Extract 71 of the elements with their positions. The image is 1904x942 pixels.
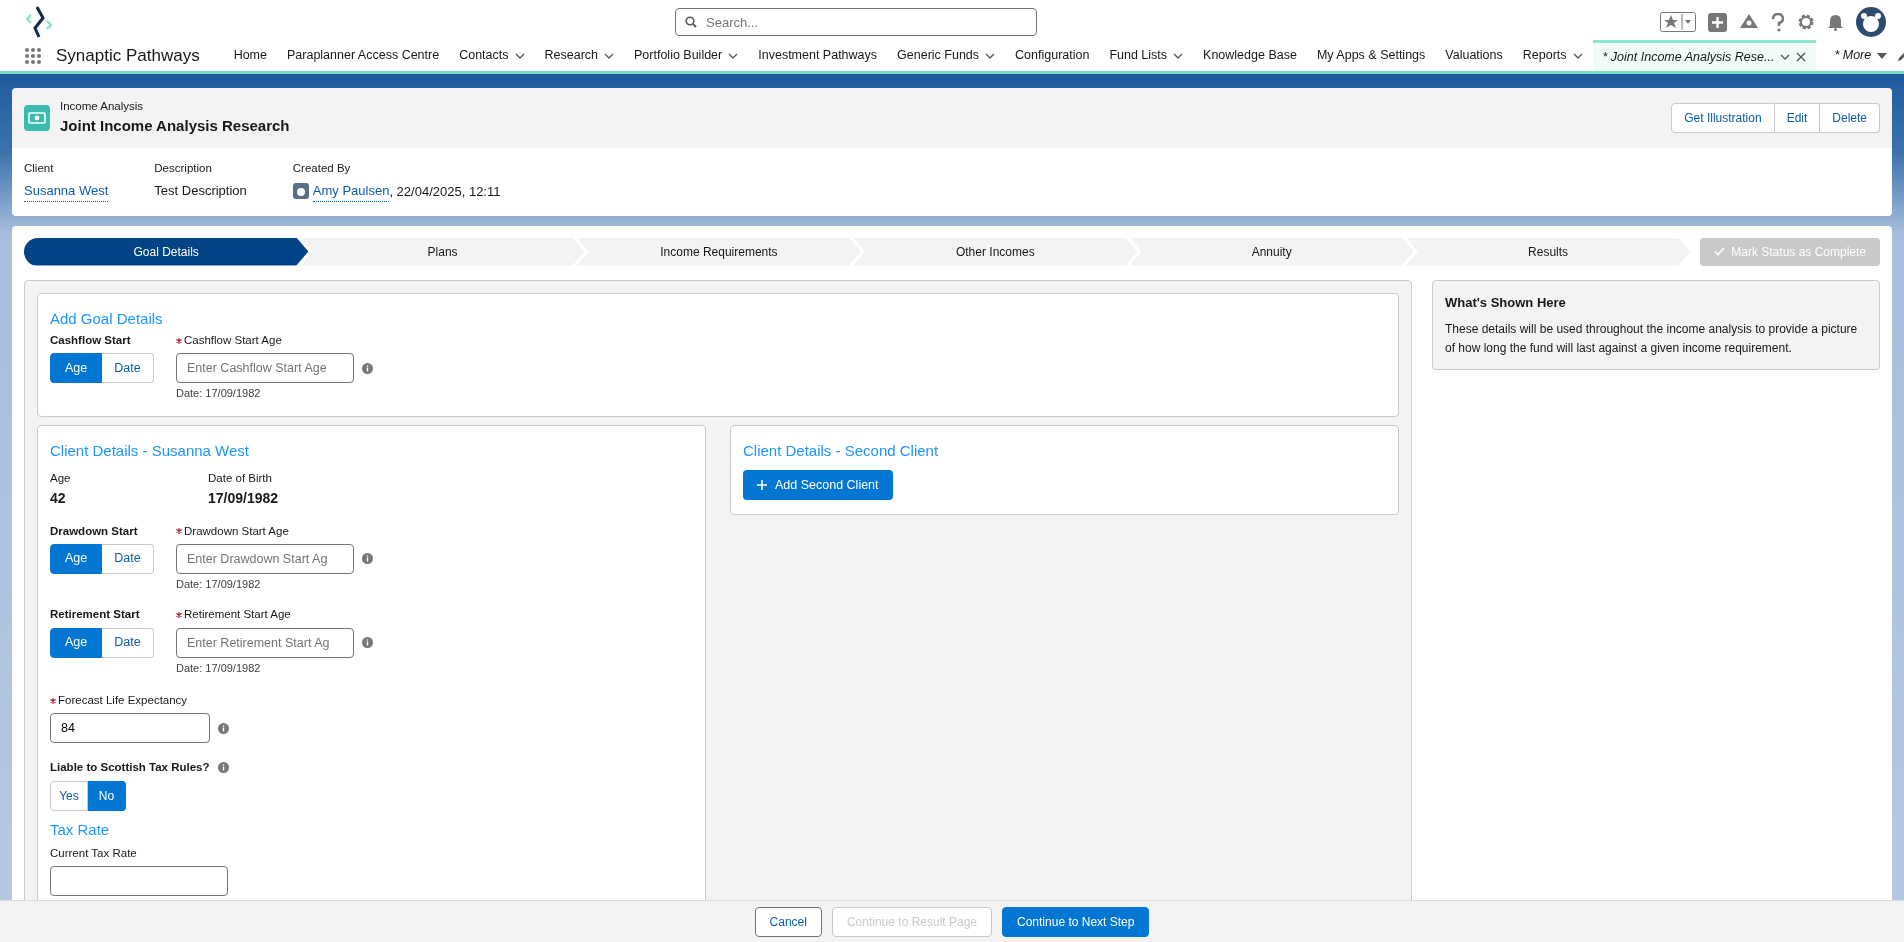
field-label: Drawdown Start Age <box>184 523 289 539</box>
nav-tab[interactable]: Knowledge Base <box>1193 40 1307 71</box>
nav-tab[interactable]: My Apps & Settings <box>1306 40 1436 71</box>
nav-tab[interactable]: Contacts <box>449 40 535 71</box>
nav-tab[interactable]: Configuration <box>1005 40 1100 71</box>
age-value: 42 <box>50 488 67 508</box>
section-title: Client Details - Susanna West <box>50 440 250 461</box>
dob-label: Date of Birth <box>208 471 273 487</box>
add-second-client-button[interactable]: Add Second Client <box>743 470 893 501</box>
input-field[interactable]: Enter Cashflow Start Age <box>176 353 354 384</box>
nav-tab[interactable]: Valuations <box>1435 40 1513 71</box>
path-step[interactable]: Annuity <box>1129 237 1414 266</box>
footer-button[interactable]: Cancel <box>754 906 822 937</box>
field-label: Forecast Life Expectancy <box>58 693 188 708</box>
info-text: These details will be used throughout the income analysis to provide a picture of how long the fund will last against a given income requirement. <box>1445 321 1859 357</box>
path-step[interactable]: Other Incomes <box>853 237 1138 266</box>
toggle-option[interactable]: No <box>88 780 126 811</box>
date-hint: Date: 17/09/1982 <box>176 660 262 676</box>
input-field[interactable]: Enter Retirement Start Ag <box>176 627 354 658</box>
path-step[interactable]: Goal Details <box>24 237 309 266</box>
nav-tab[interactable]: * Joint Income Analysis Rese... <box>1592 40 1817 71</box>
section-title: Add Goal Details <box>50 308 164 329</box>
toggle-label: Cashflow Start <box>50 333 132 348</box>
toggle-label: Drawdown Start <box>50 523 139 539</box>
toggle-option[interactable]: Date <box>102 353 154 384</box>
path-step[interactable]: Plans <box>300 237 585 266</box>
section-title: Client Details - Second Client <box>743 440 940 461</box>
toggle-option[interactable]: Yes <box>50 780 88 811</box>
toggle-option[interactable]: Age <box>50 353 102 384</box>
nav-tab[interactable]: Home <box>223 40 277 71</box>
field-label: Client <box>24 160 55 176</box>
field-label: Retirement Start Age <box>184 607 291 623</box>
object-type: Income Analysis <box>60 99 145 114</box>
date-hint: Date: 17/09/1982 <box>176 576 262 592</box>
toggle-label: Retirement Start <box>50 607 141 623</box>
field-label: Created By <box>292 160 352 176</box>
nav-tab[interactable]: Portfolio Builder <box>624 40 749 71</box>
input-field[interactable]: Enter Drawdown Start Ag <box>176 543 354 574</box>
nav-tab[interactable]: Reports <box>1512 40 1593 71</box>
more-menu[interactable]: * More <box>1824 40 1898 71</box>
action-button[interactable]: Edit <box>1774 102 1821 133</box>
section-title: Tax Rate <box>50 819 111 840</box>
toggle-label: Liable to Scottish Tax Rules? <box>50 760 210 776</box>
nav-tab[interactable]: Investment Pathways <box>748 40 888 71</box>
record-title: Joint Income Analysis Research <box>60 116 290 137</box>
nav-tab[interactable]: Fund Lists <box>1099 40 1194 71</box>
nav-tab[interactable]: Generic Funds <box>887 40 1006 71</box>
field-value: Test Description <box>154 182 247 200</box>
toggle-option[interactable]: Age <box>50 627 102 658</box>
nav-tab[interactable]: Research <box>534 40 624 71</box>
path-step[interactable]: Results <box>1405 237 1691 266</box>
action-button[interactable]: Delete <box>1820 102 1880 133</box>
nav-tab[interactable]: Paraplanner Access Centre <box>277 40 450 71</box>
client-link[interactable]: Susanna West <box>24 181 109 202</box>
toggle-option[interactable]: Date <box>102 543 154 574</box>
toggle-option[interactable]: Age <box>50 543 102 574</box>
field-label: Current Tax Rate <box>50 846 138 861</box>
date-hint: Date: 17/09/1982 <box>176 386 262 402</box>
field-label: Description <box>154 160 213 176</box>
info-title: What's Shown Here <box>1445 293 1567 312</box>
footer-button[interactable]: Continue to Next Step <box>1002 906 1150 937</box>
search-field[interactable]: Search... <box>675 8 1037 36</box>
toggle-option[interactable]: Date <box>102 627 154 658</box>
input-field[interactable]: 84 <box>50 713 210 744</box>
field-label: Cashflow Start Age <box>184 333 282 348</box>
dob-value: 17/09/1982 <box>208 488 279 508</box>
age-label: Age <box>50 471 72 487</box>
app-name: Synaptic Pathways <box>56 44 200 67</box>
path-step[interactable]: Income Requirements <box>576 237 862 266</box>
action-button[interactable]: Get Illustration <box>1671 102 1775 133</box>
created-date: , 22/04/2025, 12:11 <box>389 182 501 201</box>
